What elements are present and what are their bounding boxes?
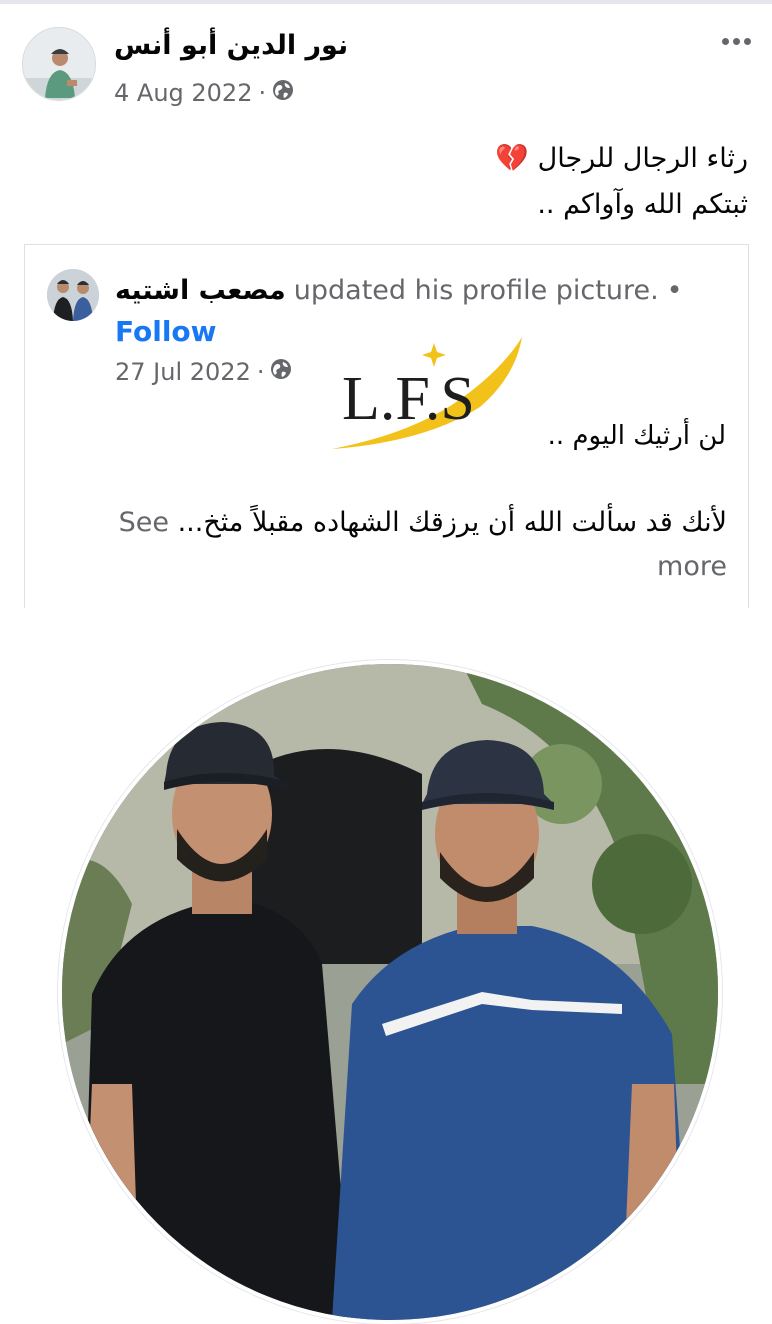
more-options-button[interactable] — [716, 31, 756, 51]
shared-date[interactable]: 27 Jul 2022 — [115, 358, 251, 386]
more-dot-icon — [721, 37, 729, 45]
more-dot-icon — [732, 37, 740, 45]
shared-author-avatar[interactable] — [47, 269, 99, 321]
post-text: رثاء الرجال للرجال 💔 ثبتكم الله وآواكم .… — [148, 136, 748, 228]
shared-post-card[interactable]: مصعب اشتيه updated his profile picture. … — [24, 244, 749, 608]
post-text-line1: رثاء الرجال للرجال 💔 — [148, 136, 748, 182]
shared-header-line: مصعب اشتيه updated his profile picture. … — [115, 275, 683, 306]
post-text-line1-text: رثاء الرجال للرجال — [537, 143, 748, 174]
author-avatar[interactable] — [22, 27, 96, 101]
more-dot-icon — [743, 37, 751, 45]
top-divider — [0, 0, 772, 4]
globe-icon — [270, 358, 292, 386]
shared-text-line1: لن أرثيك اليوم .. — [547, 421, 726, 451]
lfs-logo: L.F.S — [332, 337, 522, 449]
shared-bullet: • — [666, 275, 683, 306]
shared-body-content: لأنك قد سألت الله أن يرزقك الشهاده مقبلا… — [177, 507, 727, 538]
post-date[interactable]: 4 Aug 2022 — [114, 79, 252, 107]
follow-button[interactable]: Follow — [115, 315, 217, 348]
lfs-logo-text: L.F.S — [342, 365, 475, 433]
post-meta: 4 Aug 2022 · — [114, 79, 294, 107]
post-author-name[interactable]: نور الدين أبو أنس — [114, 30, 348, 61]
shared-meta: 27 Jul 2022 · — [115, 358, 292, 386]
broken-heart-icon: 💔 — [495, 143, 529, 174]
shared-action-text: updated his profile picture. — [293, 275, 659, 306]
globe-icon — [272, 79, 294, 107]
shared-body-text: لأنك قد سألت الله أن يرزقك الشهاده مقبلا… — [95, 501, 727, 589]
meta-separator: · — [258, 79, 267, 107]
shared-author-name[interactable]: مصعب اشتيه — [115, 275, 286, 306]
shared-meta-separator: · — [256, 358, 265, 386]
post-text-line2: ثبتكم الله وآواكم .. — [537, 189, 748, 220]
profile-picture[interactable] — [58, 660, 722, 1324]
